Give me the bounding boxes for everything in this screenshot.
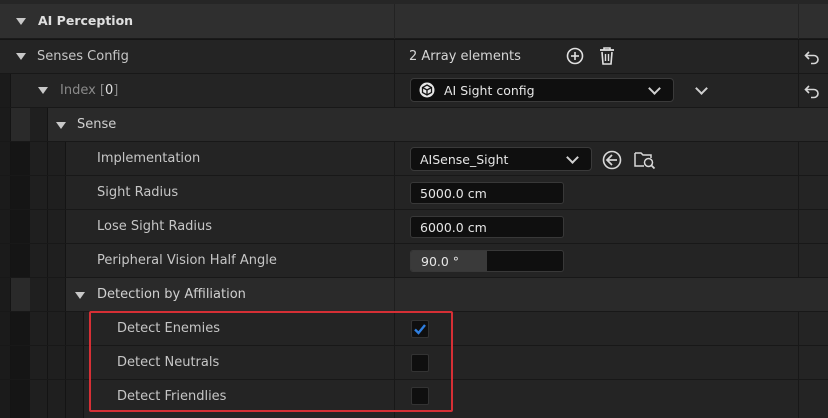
chevron-down-icon [566, 151, 579, 164]
peripheral-vision-row: Peripheral Vision Half Angle 90.0 ° [0, 244, 828, 278]
implementation-combo[interactable]: AISense_Sight [410, 147, 592, 171]
detect-friendlies-row: Detect Friendlies [0, 380, 828, 418]
sense-config-value: AI Sight config [444, 83, 535, 98]
sight-radius-label: Sight Radius [97, 185, 179, 200]
implementation-label: Implementation [97, 151, 201, 166]
expand-arrow-icon[interactable] [75, 292, 85, 299]
peripheral-vision-label: Peripheral Vision Half Angle [97, 253, 277, 268]
reset-arrow-icon[interactable] [804, 49, 820, 65]
detect-friendlies-label: Detect Friendlies [117, 389, 227, 404]
index-row: Index [0] AI Sight config [0, 74, 828, 108]
chevron-down-icon [648, 82, 661, 95]
sense-label: Sense [77, 117, 117, 132]
sense-category-row[interactable]: Sense [0, 108, 828, 142]
checkmark-icon [414, 324, 426, 335]
detect-neutrals-row: Detect Neutrals [0, 346, 828, 380]
expand-arrow-icon[interactable] [16, 53, 26, 60]
detect-enemies-checkbox[interactable] [411, 320, 429, 338]
senses-config-label: Senses Config [37, 49, 129, 64]
lose-sight-radius-label: Lose Sight Radius [97, 219, 213, 234]
sight-radius-input[interactable]: 5000.0 cm [410, 182, 564, 204]
detect-enemies-row: Detect Enemies [0, 312, 828, 346]
browse-asset-icon[interactable] [634, 150, 656, 170]
peripheral-vision-value: 90.0 ° [421, 254, 460, 269]
trash-icon[interactable] [598, 46, 616, 66]
collapse-arrow-icon[interactable] [16, 18, 26, 25]
detect-friendlies-checkbox[interactable] [411, 387, 429, 405]
peripheral-vision-slider[interactable]: 90.0 ° [410, 250, 564, 272]
implementation-value: AISense_Sight [420, 152, 509, 167]
detection-label: Detection by Affiliation [97, 287, 246, 302]
implementation-row: Implementation AISense_Sight [0, 142, 828, 176]
senses-config-row: Senses Config 2 Array elements [0, 40, 828, 74]
lose-sight-radius-input[interactable]: 6000.0 cm [410, 216, 564, 238]
detect-enemies-label: Detect Enemies [117, 321, 220, 336]
expand-arrow-icon[interactable] [38, 87, 48, 94]
index-label: Index [0] [60, 83, 119, 98]
sense-config-combo[interactable]: AI Sight config [410, 78, 674, 102]
sight-radius-row: Sight Radius 5000.0 cm [0, 176, 828, 210]
reset-arrow-icon[interactable] [804, 83, 820, 99]
asset-cube-icon [419, 82, 435, 98]
section-title: AI Perception [38, 13, 134, 28]
section-header-ai-perception[interactable]: AI Perception [0, 4, 828, 39]
detect-neutrals-label: Detect Neutrals [117, 355, 220, 370]
array-count: 2 Array elements [409, 49, 521, 64]
expand-arrow-icon[interactable] [56, 122, 66, 129]
detect-neutrals-checkbox[interactable] [411, 354, 429, 372]
detection-category-row[interactable]: Detection by Affiliation [0, 278, 828, 312]
use-selected-arrow-icon[interactable] [602, 150, 622, 170]
lose-sight-radius-row: Lose Sight Radius 6000.0 cm [0, 210, 828, 244]
add-circle-icon[interactable] [566, 47, 584, 65]
